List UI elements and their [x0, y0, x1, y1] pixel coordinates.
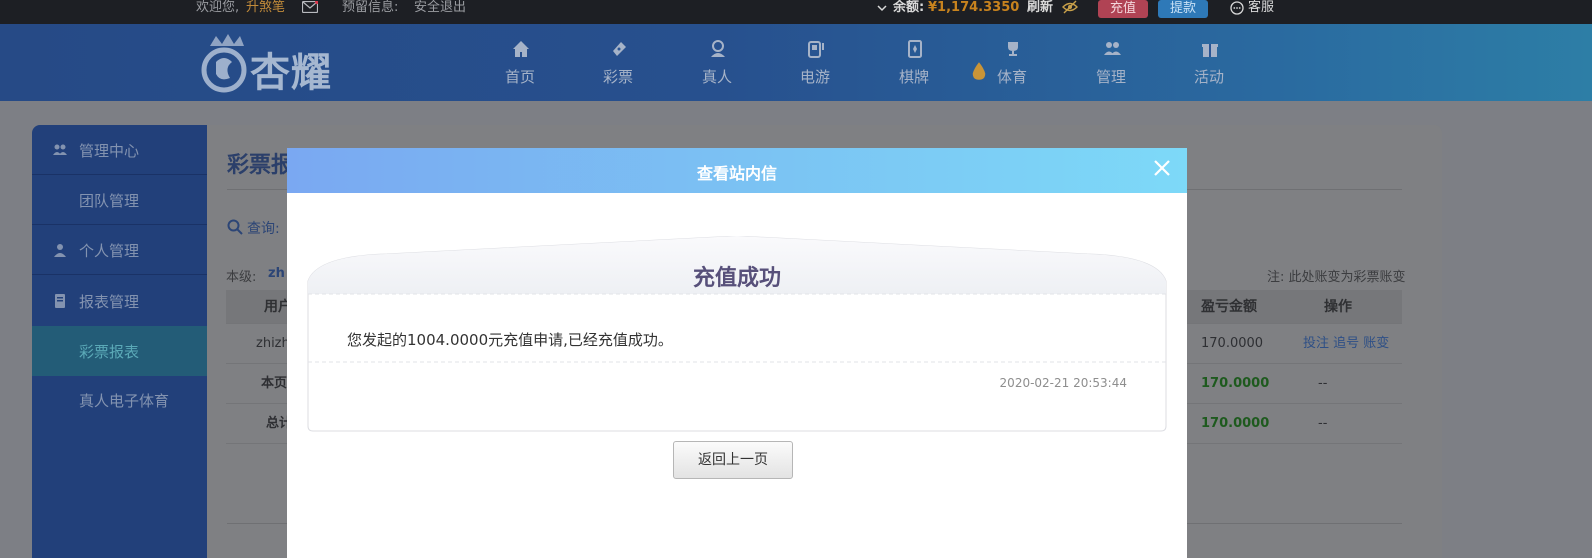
nav-label: 首页 — [504, 68, 535, 86]
table-cell: 本页 — [261, 376, 288, 391]
home-icon — [513, 41, 529, 57]
refresh-link[interactable]: 刷新 — [1027, 0, 1053, 16]
table-cell: 170.0000 — [1201, 336, 1264, 351]
row-actions-link[interactable]: 投注 追号 账变 — [1303, 324, 1389, 364]
search-label: 查询: — [247, 221, 280, 237]
table-cell: 170.0000 — [1201, 376, 1270, 391]
users-icon — [52, 142, 68, 158]
page-title: 彩票报 — [227, 153, 294, 178]
sidebar-item-label: 团队管理 — [79, 192, 140, 210]
balance-value: ¥1,174.3350 — [928, 0, 1020, 15]
message-card: 充值成功 您发起的1004.0000元充值申请,已经充值成功。 2020-02-… — [307, 236, 1167, 432]
nav-label: 活动 — [1193, 68, 1224, 86]
chevron-down-icon[interactable] — [877, 0, 887, 16]
sidebar-item-label: 管理中心 — [79, 142, 140, 160]
table-cell: zhizh — [256, 336, 290, 351]
dealer-icon — [711, 40, 725, 57]
sidebar-item-team[interactable]: 团队管理 — [32, 175, 207, 225]
sidebar-item-label: 个人管理 — [79, 242, 140, 260]
user-icon — [52, 242, 68, 258]
balance-label: 余额: — [893, 0, 925, 15]
users-icon — [1104, 42, 1121, 55]
sidebar-item-live-egame-sports[interactable]: 真人电子体育 — [32, 375, 207, 425]
modal-title: 查看站内信 — [696, 164, 777, 183]
nav-label: 管理 — [1095, 68, 1126, 86]
back-button[interactable]: 返回上一页 — [673, 441, 793, 479]
nav-label: 真人 — [701, 68, 732, 86]
nav-label: 彩票 — [602, 68, 633, 86]
column-header: 操作 — [1324, 299, 1352, 315]
sidebar-group-management-center[interactable]: 管理中心 — [32, 125, 207, 175]
message-timestamp: 2020-02-21 20:53:44 — [999, 376, 1127, 390]
recharge-button[interactable]: 充值 — [1098, 0, 1148, 18]
hot-badge-icon — [928, 46, 986, 80]
modal-header: 查看站内信 — [287, 148, 1187, 193]
nav-promotions[interactable]: 活动 — [1159, 24, 1259, 101]
cards-icon — [908, 40, 922, 58]
mail-icon[interactable] — [301, 0, 319, 14]
table-cell: 170.0000 — [1201, 416, 1270, 431]
sidebar-group-reports[interactable]: 报表管理 — [32, 276, 207, 326]
nav-egame[interactable]: 电游 — [765, 24, 865, 101]
withdraw-button[interactable]: 提款 — [1158, 0, 1208, 18]
trophy-icon — [1008, 42, 1018, 56]
note-text: 注: 此处账变为彩票账变 — [1267, 270, 1406, 285]
gift-icon — [1202, 44, 1218, 57]
message-modal: 查看站内信 充值成功 您发起的1004.0000元充值申请,已经充值成功。 20… — [287, 148, 1187, 558]
sidebar-item-label: 报表管理 — [79, 293, 140, 311]
nav-live[interactable]: 真人 — [667, 24, 767, 101]
sidebar: 管理中心 团队管理 个人管理 报表管理 彩票报表 真人电子体育 — [32, 125, 207, 558]
nav-label: 棋牌 — [898, 68, 929, 86]
level-user-link[interactable]: zh — [268, 266, 285, 281]
top-bar: 欢迎您, 升煞笔 预留信息: 安全退出 余额: ¥1,174.3350 刷新 充… — [0, 0, 1592, 24]
message-body: 您发起的1004.0000元充值申请,已经充值成功。 — [347, 331, 673, 349]
nav-home[interactable]: 首页 — [470, 24, 570, 101]
message-heading: 充值成功 — [692, 266, 781, 291]
customer-service-link[interactable]: 客服 — [1248, 0, 1274, 16]
chat-icon[interactable] — [1230, 1, 1244, 15]
sidebar-item-lottery-report[interactable]: 彩票报表 — [32, 326, 207, 376]
column-header: 盈亏金额 — [1201, 299, 1257, 315]
nav-cards[interactable]: 棋牌 — [864, 24, 986, 101]
reserve-info-label: 预留信息: — [342, 0, 399, 15]
search-icon — [227, 219, 243, 235]
logo-text: 杏耀 — [250, 50, 332, 96]
level-label: 本级: — [226, 270, 257, 285]
nav-manage[interactable]: 管理 — [1061, 24, 1161, 101]
logout-link[interactable]: 安全退出 — [414, 0, 466, 16]
nav-label: 体育 — [996, 68, 1027, 86]
sidebar-group-personal[interactable]: 个人管理 — [32, 225, 207, 275]
table-cell: -- — [1318, 416, 1328, 431]
main-header: 杏耀 首页 彩票 真人 电游 棋牌 体育 管理 活动 — [0, 24, 1592, 101]
sidebar-item-label: 真人电子体育 — [79, 392, 170, 410]
report-icon — [52, 293, 68, 309]
eye-off-icon[interactable] — [1062, 0, 1078, 14]
ticket-icon — [613, 42, 626, 56]
username[interactable]: 升煞笔 — [246, 0, 285, 16]
nav-sports[interactable]: 体育 — [962, 24, 1062, 101]
nav-label: 电游 — [799, 68, 830, 86]
close-icon[interactable] — [1153, 159, 1171, 177]
welcome-text: 欢迎您, — [196, 0, 240, 15]
slot-machine-icon — [808, 41, 824, 58]
nav-lottery[interactable]: 彩票 — [568, 24, 668, 101]
sidebar-item-label: 彩票报表 — [79, 343, 140, 361]
table-cell: -- — [1318, 376, 1328, 391]
